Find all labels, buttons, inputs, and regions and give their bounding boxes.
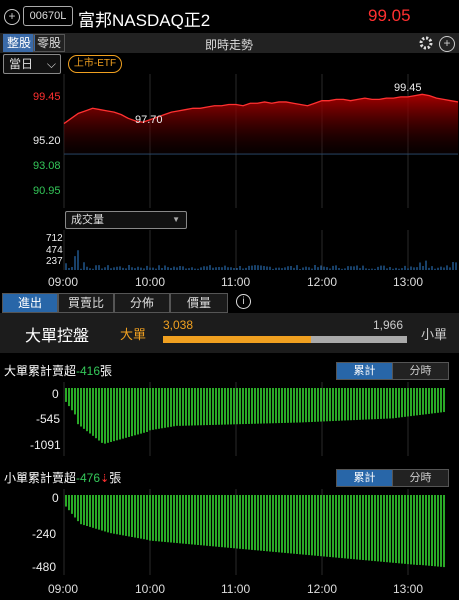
small-order-label-text: 小單累計賣超 <box>4 471 77 485</box>
vol-tick-1: 712 <box>46 233 63 244</box>
chevron-down-icon: ⌵ <box>46 57 56 71</box>
big-order-chart <box>63 382 445 456</box>
period-label: 當日 <box>9 57 34 71</box>
small-order-chart <box>63 489 445 575</box>
stock-code[interactable]: 00670L <box>23 6 73 26</box>
low-annotation: 97.70 <box>135 114 163 126</box>
volume-chart <box>63 230 457 270</box>
tab-odd-lot[interactable]: 零股 <box>33 34 66 52</box>
add-watchlist-icon[interactable]: + <box>4 9 20 25</box>
time-tick: 10:00 <box>135 275 166 289</box>
big-cumulative-button[interactable]: 累計 <box>336 362 393 380</box>
last-price: 99.05 <box>368 6 411 25</box>
big-tick-0: 0 <box>52 387 59 401</box>
chart-title: 即時走勢 <box>205 38 254 52</box>
high-annotation: 99.45 <box>394 82 422 94</box>
tab-whole-lot[interactable]: 整股 <box>3 34 36 52</box>
stock-name: 富邦NASDAQ正2 <box>78 11 211 30</box>
time-tick: 09:00 <box>48 275 79 289</box>
etf-badge: 上市-ETF <box>68 55 122 73</box>
time-tick: 13:00 <box>393 275 424 289</box>
control-bar <box>163 336 407 343</box>
arrow-down-icon: ⇣ <box>100 473 110 485</box>
small-tick-2: -480 <box>32 560 57 574</box>
y-tick-ref: 95.20 <box>33 135 61 147</box>
time-tick: 12:00 <box>307 582 338 596</box>
big-order-value: 3,038 <box>163 318 194 332</box>
big-order-net: -416 <box>76 364 101 378</box>
big-tick-1: -545 <box>36 412 61 426</box>
gear-icon[interactable] <box>418 35 434 51</box>
big-order-label-text: 大單累計賣超 <box>4 364 77 378</box>
control-bar-fill <box>163 336 312 343</box>
time-tick: 13:00 <box>393 582 424 596</box>
y-tick-low: 90.95 <box>33 185 61 197</box>
small-order-net: -476 <box>76 471 101 485</box>
big-order-label: 大單 <box>120 327 147 342</box>
small-cumulative-button[interactable]: 累計 <box>336 469 393 487</box>
period-dropdown[interactable]: 當日 ⌵ <box>3 54 61 74</box>
big-order-title: 大單累計賣超-416張 <box>4 362 112 379</box>
triangle-down-icon: ▼ <box>172 215 180 224</box>
volume-selector-label: 成交量 <box>71 214 104 226</box>
add-icon[interactable]: + <box>439 36 455 52</box>
tab-distribution[interactable]: 分佈 <box>114 293 170 313</box>
time-tick: 11:00 <box>221 275 251 289</box>
small-order-unit: 張 <box>109 471 122 485</box>
big-intraday-button[interactable]: 分時 <box>392 362 449 380</box>
time-tick: 09:00 <box>48 582 79 596</box>
small-order-label: 小單 <box>421 327 448 342</box>
small-tick-1: -240 <box>32 527 57 541</box>
small-order-title: 小單累計賣超-476⇣張 <box>4 469 121 486</box>
big-tick-2: -1091 <box>30 438 61 452</box>
vol-tick-2: 474 <box>46 245 63 256</box>
tab-flow[interactable]: 進出 <box>2 293 58 313</box>
control-panel: 大單控盤 大單 3,038 1,966 小單 <box>0 313 459 353</box>
price-chart <box>63 74 459 208</box>
time-tick: 12:00 <box>307 275 338 289</box>
y-tick-mid: 93.08 <box>33 160 61 172</box>
chart-toolbar: 整股 零股 即時走勢 + <box>0 33 459 53</box>
small-intraday-button[interactable]: 分時 <box>392 469 449 487</box>
volume-selector[interactable]: 成交量 ▼ <box>65 211 187 229</box>
big-order-unit: 張 <box>100 364 113 378</box>
small-order-value: 1,966 <box>373 318 404 332</box>
time-tick: 11:00 <box>221 582 251 596</box>
tab-price-volume[interactable]: 價量 <box>170 293 228 313</box>
small-tick-0: 0 <box>52 491 59 505</box>
control-title: 大單控盤 <box>25 328 90 345</box>
info-icon[interactable]: i <box>236 294 251 309</box>
time-tick: 10:00 <box>135 582 166 596</box>
tab-buy-sell-ratio[interactable]: 買賣比 <box>58 293 114 313</box>
price-area <box>64 94 458 155</box>
y-tick-high: 99.45 <box>33 91 61 103</box>
header: + 00670L 富邦NASDAQ正2 99.05 <box>0 0 459 32</box>
vol-tick-3: 237 <box>46 256 63 267</box>
